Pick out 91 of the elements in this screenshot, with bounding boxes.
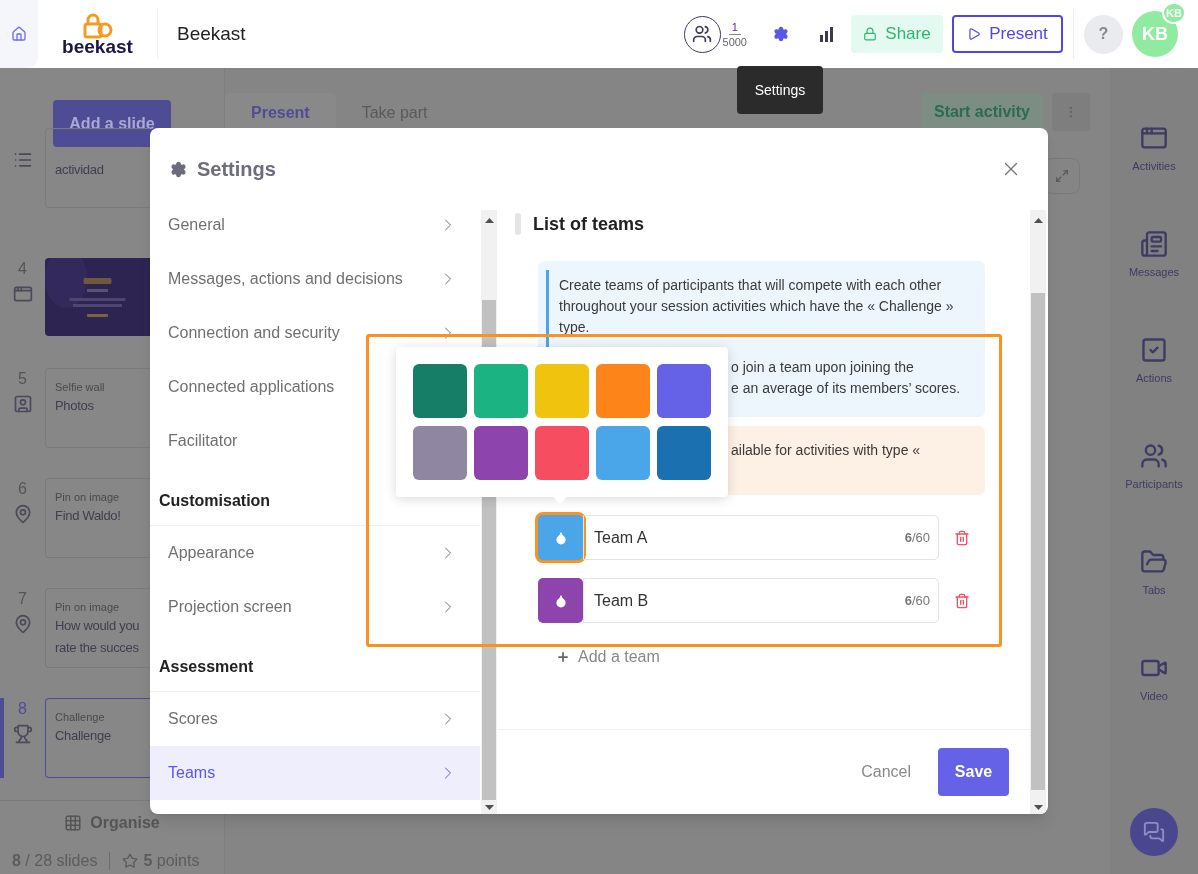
add-team-link[interactable]: Add a team [578, 645, 660, 669]
start-activity-button[interactable]: Start activity [920, 93, 1043, 131]
character-counter: 6/60 [904, 591, 930, 610]
drop-icon [553, 530, 568, 545]
star-icon [122, 853, 139, 869]
color-swatch[interactable] [413, 425, 467, 480]
color-swatch[interactable] [657, 425, 711, 480]
page-title: Beekast [177, 21, 246, 46]
bar-chart-icon[interactable] [819, 26, 835, 42]
slide-title: Challenge [55, 727, 112, 745]
sidebar-item[interactable]: Messages [1110, 226, 1198, 332]
help-button[interactable]: ? [1084, 14, 1123, 54]
slide-type: Challenge [55, 710, 106, 725]
trophy-icon [12, 724, 33, 744]
chat-icon [1143, 821, 1165, 843]
people-icon [692, 24, 712, 44]
sidebar-item[interactable]: Actions [1110, 332, 1198, 438]
warning-text: ailable for activities with type « [731, 441, 921, 460]
slide-number: 8 [18, 700, 27, 718]
logo-text: beekast [62, 36, 133, 56]
sidebar-item[interactable]: Video [1110, 650, 1198, 756]
settings-icon [170, 160, 187, 178]
settings-nav-item[interactable]: Messages, actions and decisions [150, 252, 480, 306]
lock-icon [863, 27, 878, 41]
scroll-up-icon[interactable] [1033, 218, 1043, 223]
content-heading: List of teams [533, 212, 645, 236]
color-swatch[interactable] [535, 364, 589, 418]
share-button[interactable]: Share [851, 15, 943, 53]
messages-icon [1140, 230, 1168, 258]
settings-nav-item[interactable]: Projection screen [150, 580, 480, 634]
slide-title: actividad [55, 161, 105, 179]
slide-title: Photos [55, 397, 95, 415]
character-counter: 6/60 [904, 528, 930, 547]
play-icon [967, 27, 982, 41]
color-button[interactable] [538, 578, 583, 623]
participant-limit: 5000 [722, 34, 747, 49]
info-text: o join a team upon joining the e an average of its members’ scores. [731, 358, 961, 398]
settings-nav-item[interactable]: General [150, 210, 480, 252]
home-icon[interactable] [11, 26, 27, 42]
color-swatch[interactable] [596, 364, 650, 418]
info-text: Create teams of participants that will compete with each other throughout your session activities which have the « Challenge » type. [559, 276, 955, 337]
scroll-up-icon[interactable] [484, 218, 494, 223]
present-button[interactable]: Present [952, 15, 1063, 53]
chat-button[interactable] [1130, 808, 1178, 856]
color-button[interactable] [538, 515, 583, 560]
delete-icon[interactable] [954, 529, 970, 546]
people-icon [1140, 442, 1168, 470]
save-button[interactable]: Save [938, 748, 1009, 796]
tooltip: Settings [737, 66, 823, 114]
sidebar-item[interactable]: Tabs [1110, 544, 1198, 650]
settings-nav-item[interactable]: Teams [150, 746, 480, 800]
section-heading: Customisation [159, 491, 271, 511]
color-swatch[interactable] [535, 425, 589, 480]
settings-icon[interactable] [773, 26, 789, 42]
slide-type: Selfie wall [55, 380, 106, 395]
scrollbar-thumb[interactable] [1031, 293, 1045, 790]
settings-nav-item[interactable]: Connection and security [150, 306, 480, 360]
list-icon [12, 150, 33, 170]
avatar-badge: KB [1162, 2, 1186, 24]
team-name-field[interactable]: Team B 6/60 [583, 578, 939, 623]
cancel-button[interactable]: Cancel [861, 760, 911, 784]
slide-icon [12, 284, 33, 304]
slide-type: Pin on image [55, 600, 121, 615]
logo-icon [82, 12, 113, 39]
slide-title: Find Waldo! [55, 507, 122, 525]
scroll-down-icon[interactable] [484, 805, 494, 810]
section-heading: Assessment [159, 657, 254, 677]
color-swatch[interactable] [474, 364, 528, 418]
dialog-title: Settings [197, 157, 276, 182]
participant-count: 1 [728, 19, 741, 35]
grid-icon [64, 814, 83, 832]
color-swatch[interactable] [657, 364, 711, 418]
color-swatch[interactable] [596, 425, 650, 480]
slide-title: How would you rate the succes [55, 617, 141, 657]
expand-icon [1055, 169, 1069, 183]
scrollbar[interactable] [1030, 210, 1046, 814]
drop-icon [553, 593, 568, 608]
delete-icon[interactable] [954, 592, 970, 609]
settings-nav-item[interactable]: Appearance [150, 526, 480, 580]
color-swatch[interactable] [413, 364, 467, 418]
color-swatch[interactable] [474, 425, 528, 480]
slide-type: Pin on image [55, 490, 121, 505]
settings-nav-item[interactable]: Scores [150, 692, 480, 746]
heading-accent-bar [515, 213, 521, 235]
scroll-down-icon[interactable] [1033, 805, 1043, 810]
sidebar-item[interactable]: Activities [1110, 120, 1198, 226]
team-name-field[interactable]: Team A 6/60 [583, 515, 939, 560]
portrait-icon [12, 394, 33, 414]
checkbox-icon [1140, 336, 1168, 364]
sidebar-item[interactable]: Participants [1110, 438, 1198, 544]
plus-icon [556, 650, 570, 664]
